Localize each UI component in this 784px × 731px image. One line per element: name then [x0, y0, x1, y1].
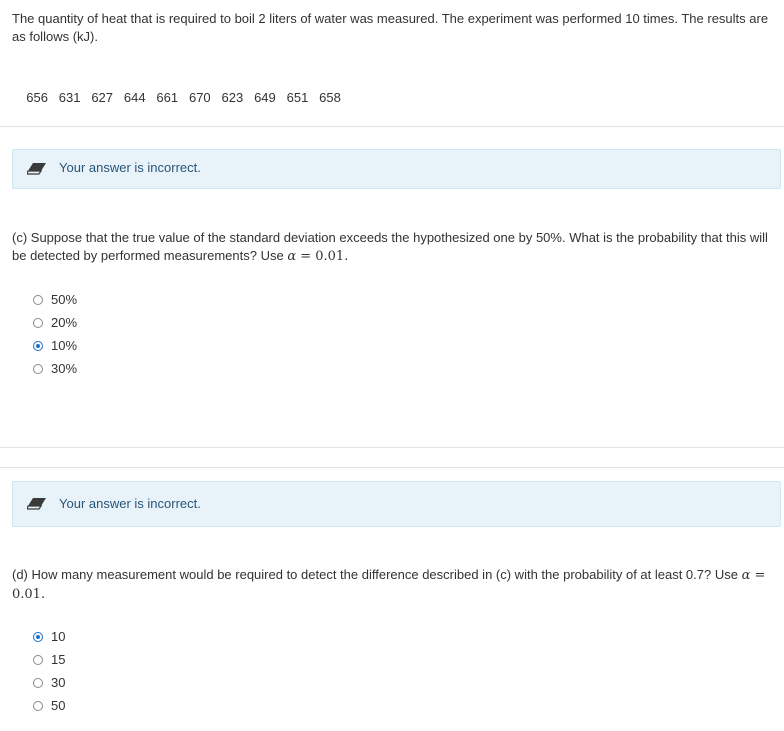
- option-c-4[interactable]: 30%: [33, 357, 77, 380]
- option-c-1[interactable]: 50%: [33, 288, 77, 311]
- section-divider: [0, 126, 784, 127]
- option-d-4[interactable]: 50: [33, 694, 65, 717]
- radio-button[interactable]: [33, 677, 43, 688]
- feedback-text: Your answer is incorrect.: [59, 160, 201, 175]
- radio-button[interactable]: [33, 700, 43, 711]
- option-label: 50: [51, 698, 66, 713]
- option-label: 10%: [51, 338, 78, 353]
- radio-button[interactable]: [33, 294, 43, 305]
- radio-button[interactable]: [33, 654, 43, 665]
- option-label: 30%: [51, 361, 78, 376]
- feedback-banner-d: Your answer is incorrect.: [12, 481, 781, 527]
- measurement-value: 658: [319, 90, 341, 105]
- feedback-banner-c: Your answer is incorrect.: [12, 149, 781, 189]
- measurement-value: 627: [91, 90, 114, 105]
- option-d-2[interactable]: 15: [33, 648, 65, 671]
- option-label: 50%: [51, 292, 78, 307]
- radio-button-selected[interactable]: [33, 631, 43, 642]
- option-label: 15: [51, 652, 66, 667]
- measurement-value: 661: [156, 90, 179, 105]
- option-d-1[interactable]: 10: [33, 625, 65, 648]
- radio-button[interactable]: [33, 363, 43, 374]
- feedback-text: Your answer is incorrect.: [59, 496, 201, 511]
- measurement-value: 649: [254, 90, 276, 105]
- eraser-icon: [27, 163, 46, 175]
- radio-button-selected[interactable]: [33, 340, 43, 351]
- measurement-value: 644: [123, 90, 146, 105]
- measurement-value: 656: [26, 90, 48, 105]
- section-divider: [0, 447, 784, 448]
- question-c-options: 50% 20% 10% 30%: [33, 288, 77, 380]
- problem-statement: The quantity of heat that is required to…: [12, 11, 769, 44]
- measurement-values: 656 631 627 644 661 670 623 649 651 658: [19, 71, 341, 107]
- measurement-value: 623: [221, 90, 244, 105]
- radio-button[interactable]: [33, 317, 43, 328]
- option-label: 20%: [51, 315, 78, 330]
- measurement-value: 651: [286, 90, 309, 105]
- eraser-icon: [27, 498, 46, 510]
- option-c-3[interactable]: 10%: [33, 334, 77, 357]
- option-label: 30: [51, 675, 66, 690]
- question-d-text: (d) How many measurement would be requir…: [12, 567, 766, 602]
- alpha-expression: α = 0.01.: [287, 249, 349, 264]
- question-d-options: 10 15 30 50: [33, 625, 65, 717]
- question-c-text: (c) Suppose that the true value of the s…: [12, 230, 768, 264]
- section-divider: [0, 467, 784, 468]
- option-c-2[interactable]: 20%: [33, 311, 77, 334]
- measurement-value: 631: [58, 90, 81, 105]
- measurement-value: 670: [188, 90, 211, 105]
- option-d-3[interactable]: 30: [33, 671, 65, 694]
- option-label: 10: [51, 629, 66, 644]
